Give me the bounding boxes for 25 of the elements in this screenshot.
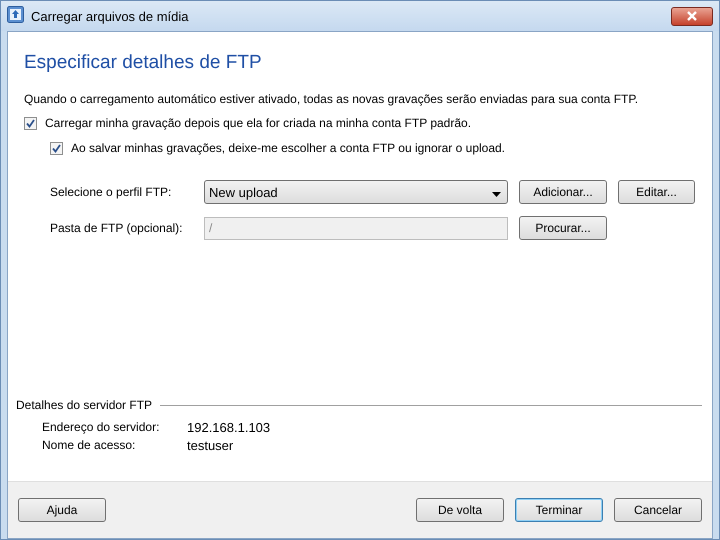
description-text: Quando o carregamento automático estiver ativado, todas as novas gravações serão enviadas para sua conta FTP. [24, 92, 640, 106]
detail-value: testuser [187, 438, 234, 453]
close-icon [686, 11, 698, 21]
footer-button[interactable]: De volta [416, 498, 504, 522]
section-title: Detalhes do servidor FTP [16, 398, 152, 412]
detail-label: Endereço do servidor: [42, 420, 160, 435]
profile-dropdown[interactable]: New upload [204, 180, 508, 204]
page-heading: Especificar detalhes de FTP [24, 52, 263, 74]
dropdown-arrow-icon [492, 192, 501, 196]
action-button[interactable]: Adicionar... [519, 180, 607, 204]
footer-button[interactable]: Terminar [515, 498, 603, 522]
action-button[interactable]: Editar... [618, 180, 695, 204]
footer-button[interactable]: Ajuda [18, 498, 106, 522]
field-label: Selecione o perfil FTP: [50, 185, 172, 199]
checkbox[interactable] [50, 142, 63, 154]
checkbox-label: Carregar minha gravação depois que ela for criada na minha conta FTP padrão. [45, 116, 472, 130]
detail-label: Nome de acesso: [42, 438, 136, 453]
close-button[interactable] [671, 6, 713, 26]
field-label: Pasta de FTP (opcional): [50, 221, 184, 235]
checkbox[interactable] [24, 116, 37, 130]
detail-value: 192.168.1.103 [187, 420, 272, 435]
window-title: Carregar arquivos de mídia [31, 8, 190, 24]
footer-button[interactable]: Cancelar [614, 498, 702, 522]
checkbox-label: Ao salvar minhas gravações, deixe-me escolher a conta FTP ou ignorar o upload. [71, 141, 506, 155]
upload-icon [7, 6, 24, 23]
